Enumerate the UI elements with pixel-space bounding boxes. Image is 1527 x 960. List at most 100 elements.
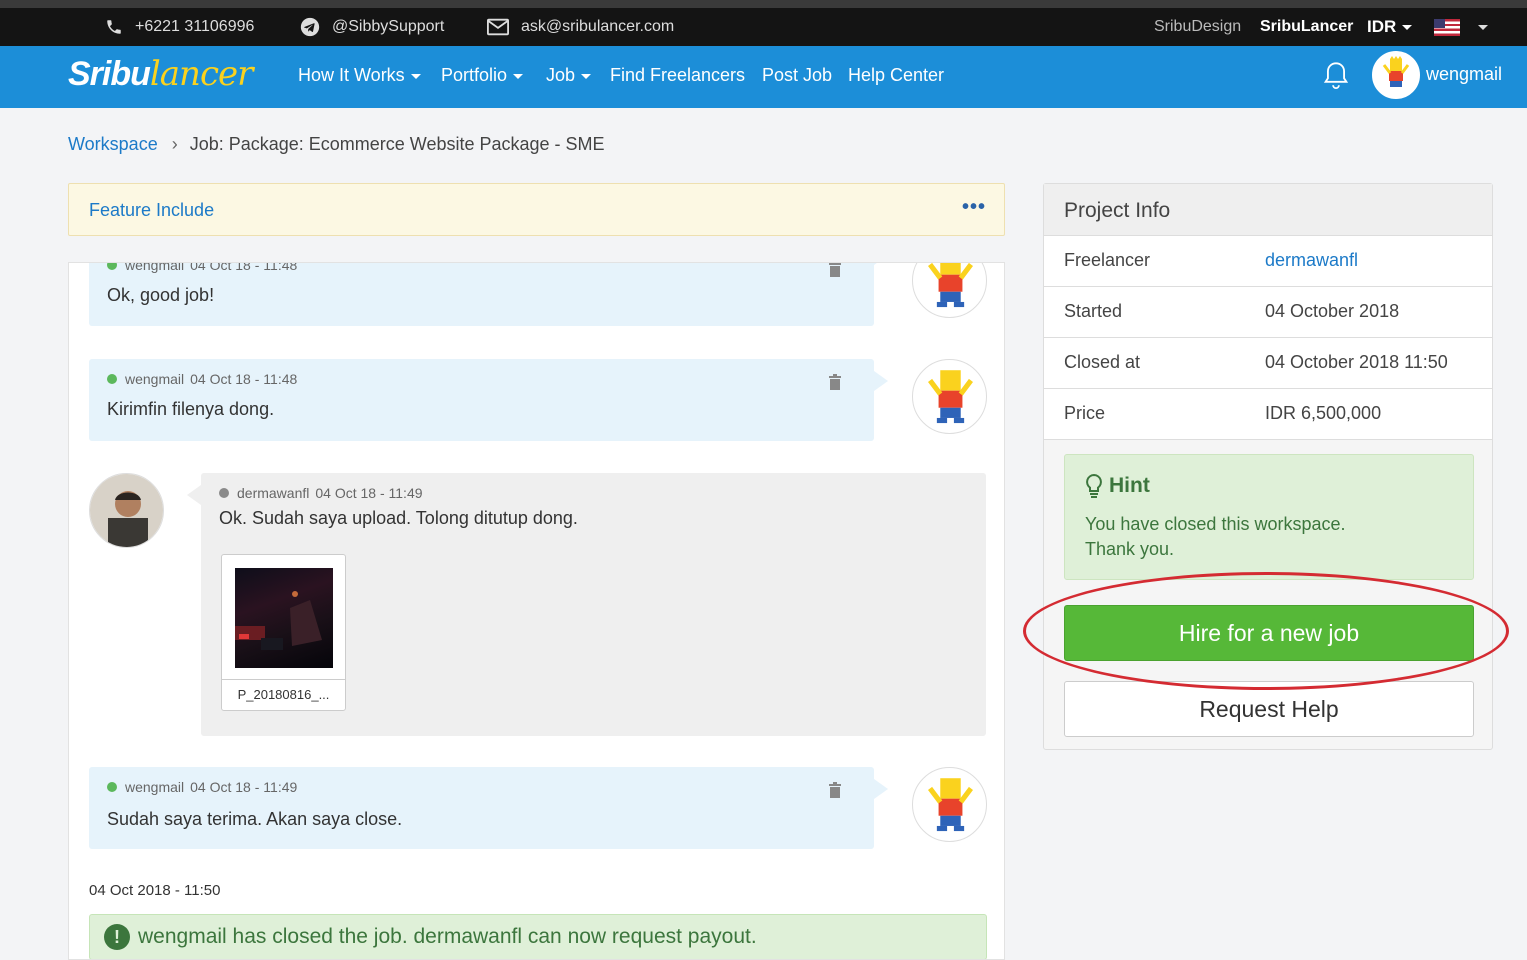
message-author: wengmail (125, 262, 185, 273)
message-text: Kirimfin filenya dong. (107, 399, 275, 419)
info-row-freelancer: Freelancer dermawanfl (1044, 236, 1492, 287)
message-bubble: wengmail 04 Oct 18 - 11:48 Ok, good job! (89, 262, 888, 326)
more-options-icon[interactable]: ••• (962, 196, 986, 219)
message-time: 04 Oct 18 - 11:48 (190, 262, 298, 273)
info-row-closed-at: Closed at 04 October 2018 11:50 (1044, 338, 1492, 389)
chat-panel[interactable]: wengmail 04 Oct 18 - 11:48 Ok, good job! … (68, 262, 1005, 960)
user-avatar (912, 767, 987, 842)
project-info-title: Project Info (1064, 199, 1171, 222)
request-help-button[interactable]: Request Help (1064, 681, 1474, 737)
trash-icon[interactable] (828, 374, 842, 390)
message-time: 04 Oct 18 - 11:49 (315, 485, 423, 501)
info-row-price: Price IDR 6,500,000 (1044, 389, 1492, 440)
message-author: wengmail (125, 779, 185, 795)
project-info-header: Project Info (1044, 184, 1492, 236)
offline-status-icon (219, 488, 229, 498)
breadcrumb-workspace-link[interactable]: Workspace (68, 134, 158, 155)
attachment-filename: P_20180816_... (237, 687, 330, 702)
hint-title: Hint (1085, 473, 1150, 499)
telegram-handle: @SibbySupport (332, 18, 445, 35)
nav-label: Portfolio (441, 65, 508, 85)
info-row-started: Started 04 October 2018 (1044, 287, 1492, 338)
message-bubble: wengmail 04 Oct 18 - 11:48 Kirimfin filen… (89, 359, 888, 441)
chevron-down-icon (410, 73, 421, 79)
telegram-contact[interactable]: @SibbySupport (300, 8, 444, 46)
nav-job[interactable]: Job (546, 65, 592, 86)
exclamation-icon: ! (104, 924, 130, 950)
phone-icon (107, 20, 121, 34)
attachment-card[interactable]: P_20180816_... (221, 554, 346, 711)
trash-icon[interactable] (828, 782, 842, 798)
logo[interactable]: Sribulancer (68, 54, 253, 94)
main-nav: Sribulancer How It Works Portfolio Job F… (0, 46, 1527, 108)
user-avatar[interactable] (1372, 51, 1420, 99)
info-label: Closed at (1064, 352, 1141, 372)
breadcrumb: Workspace › Job: Package: Ecommerce Webs… (68, 134, 605, 155)
chevron-right-icon: › (171, 134, 178, 154)
message-text: Sudah saya terima. Akan saya close. (107, 809, 403, 829)
online-status-icon (107, 374, 117, 384)
message-meta: wengmail 04 Oct 18 - 11:49 (107, 779, 297, 795)
language-dropdown[interactable] (1434, 8, 1488, 46)
site-link-sribulancer[interactable]: SribuLancer (1260, 8, 1353, 46)
nav-find-freelancers[interactable]: Find Freelancers (610, 65, 745, 86)
chevron-down-icon (581, 73, 592, 79)
message-author: wengmail (125, 371, 185, 387)
info-label: Started (1064, 301, 1123, 321)
nav-help-center[interactable]: Help Center (848, 65, 944, 86)
chevron-down-icon (1478, 24, 1488, 30)
job-closed-message: wengmail has closed the job. dermawanfl … (138, 925, 757, 948)
username-label[interactable]: wengmail (1426, 64, 1502, 85)
chevron-down-icon (1402, 24, 1413, 30)
info-label: Freelancer (1064, 250, 1151, 270)
info-value: 04 October 2018 (1265, 301, 1400, 321)
trash-icon[interactable] (828, 262, 842, 277)
top-bar: +6221 31106996 @SibbySupport ask@sribula… (0, 0, 1527, 46)
lightbulb-icon (1086, 473, 1102, 498)
message-meta: wengmail 04 Oct 18 - 11:48 (107, 262, 298, 273)
breadcrumb-current: Job: Package: Ecommerce Website Package … (189, 134, 605, 154)
info-value: IDR 6,500,000 (1265, 403, 1382, 423)
hint-box: Hint You have closed this workspace. Tha… (1064, 454, 1474, 580)
phone-contact[interactable]: +6221 31106996 (105, 8, 254, 46)
phone-number: +6221 31106996 (135, 18, 255, 35)
currency-dropdown[interactable]: IDR (1367, 8, 1413, 46)
feature-include-panel[interactable]: Feature Include ••• (68, 183, 1005, 236)
currency-label: IDR (1367, 17, 1397, 36)
message-meta: wengmail 04 Oct 18 - 11:48 (107, 371, 297, 387)
message-text: Ok. Sudah saya upload. Tolong ditutup do… (219, 508, 578, 528)
hint-title-text: Hint (1109, 474, 1150, 497)
bart-avatar-icon (928, 370, 973, 424)
message-bubble: dermawanfl 04 Oct 18 - 11:49 Ok. Sudah sa… (187, 473, 986, 736)
freelancer-link[interactable]: dermawanfl (1265, 250, 1358, 271)
bart-avatar-icon (928, 778, 973, 832)
message-bubble: wengmail 04 Oct 18 - 11:49 Sudah saya ter… (89, 767, 888, 849)
info-label: Price (1064, 403, 1106, 423)
nav-how-it-works[interactable]: How It Works (298, 65, 421, 86)
message-time: 04 Oct 18 - 11:48 (190, 371, 298, 387)
info-value: 04 October 2018 11:50 (1265, 352, 1448, 372)
nav-label: Job (546, 65, 576, 85)
person-avatar-icon (90, 474, 163, 547)
online-status-icon (107, 263, 117, 270)
logo-part-2: lancer (149, 54, 253, 94)
bell-icon[interactable] (1322, 61, 1350, 91)
hire-new-job-button[interactable]: Hire for a new job (1064, 605, 1474, 661)
hint-line: You have closed this workspace. (1085, 514, 1346, 534)
message-time: 04 Oct 18 - 11:49 (190, 779, 298, 795)
job-closed-alert: ! wengmail has closed the job. dermawanf… (89, 914, 987, 959)
feature-include-title: Feature Include (89, 200, 215, 220)
user-avatar (912, 263, 987, 318)
envelope-icon (487, 18, 509, 36)
freelancer-avatar (89, 473, 164, 548)
nav-label: How It Works (298, 65, 405, 85)
nav-post-job[interactable]: Post Job (762, 65, 832, 86)
site-link-sribudesign[interactable]: SribuDesign (1154, 8, 1241, 46)
project-info-panel: Project Info Freelancer dermawanfl Start… (1043, 183, 1493, 750)
email-contact[interactable]: ask@sribulancer.com (487, 8, 674, 46)
closed-date: 04 Oct 2018 - 11:50 (89, 882, 221, 899)
nav-portfolio[interactable]: Portfolio (441, 65, 524, 86)
bart-avatar-icon (1382, 56, 1410, 87)
online-status-icon (107, 782, 117, 792)
message-text: Ok, good job! (107, 285, 215, 305)
